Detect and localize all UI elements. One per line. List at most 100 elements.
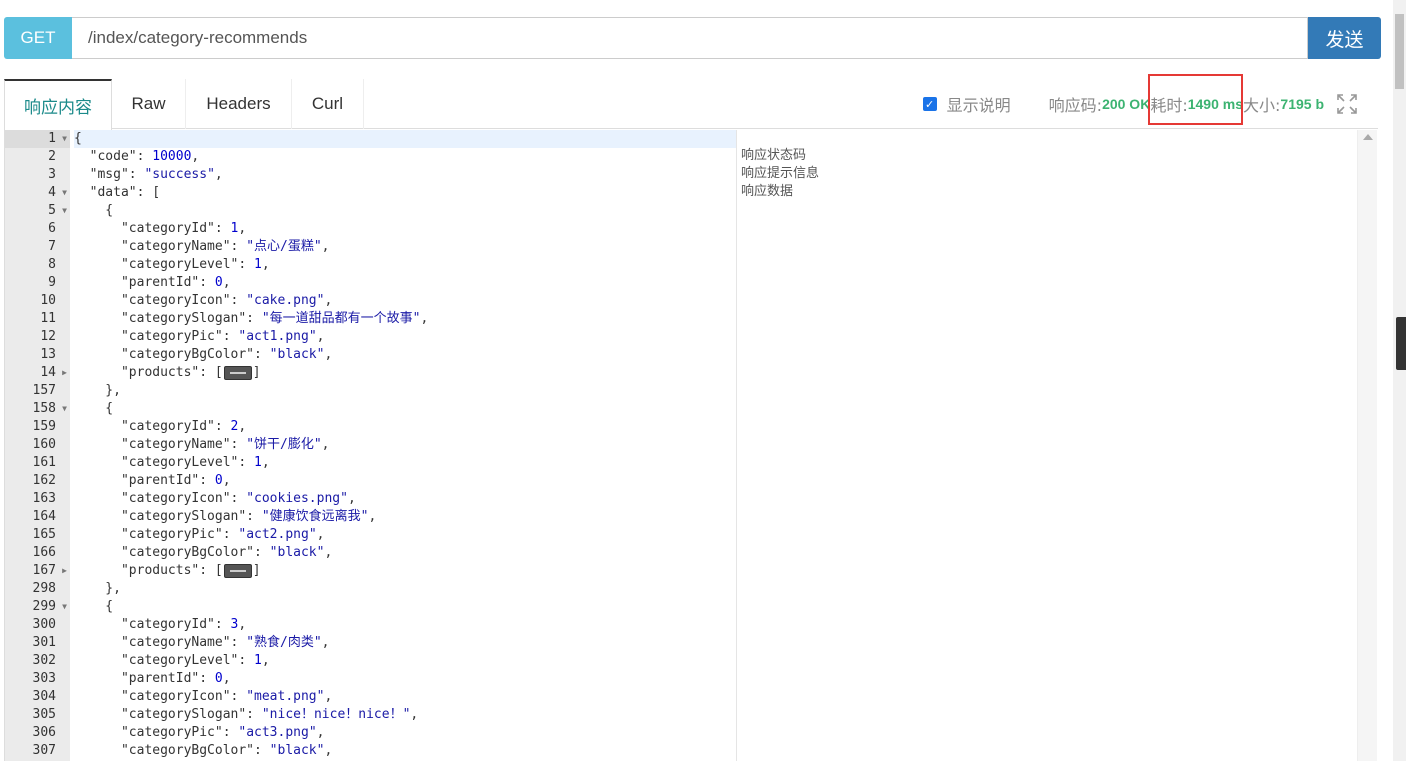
desc-msg: 响应提示信息 <box>741 166 820 181</box>
line-number: 164 <box>32 509 56 524</box>
size-value: 7195 b <box>1280 96 1324 112</box>
code-line: "categoryName": "熟食/肉类", <box>74 635 330 650</box>
line-number: 13 <box>40 347 56 362</box>
fold-open-icon[interactable]: ▼ <box>62 202 67 220</box>
line-number: 161 <box>32 455 56 470</box>
collapsed-fold-widget[interactable] <box>223 365 252 380</box>
line-number: 12 <box>40 329 56 344</box>
description-column: 响应状态码 响应提示信息 响应数据 <box>741 147 1041 201</box>
line-number: 1 ▼ <box>5 130 70 148</box>
line-number: 302 <box>32 653 56 668</box>
line-number: 162 <box>32 473 56 488</box>
line-number: 7 <box>48 239 56 254</box>
code-line: "categoryId": 3, <box>74 617 247 632</box>
desc-code: 响应状态码 <box>741 148 807 163</box>
side-drawer-handle[interactable] <box>1396 317 1406 370</box>
code-line: "categoryLevel": 1, <box>74 653 270 668</box>
line-number: 14 ▶ <box>40 364 67 382</box>
code-line: "categoryName": "饼干/膨化", <box>74 437 330 452</box>
send-button[interactable]: 发送 <box>1308 17 1381 59</box>
line-number: 10 <box>40 293 56 308</box>
line-number: 305 <box>32 707 56 722</box>
fold-closed-icon[interactable]: ▶ <box>62 364 67 382</box>
line-number: 167 ▶ <box>32 562 67 580</box>
tab-raw[interactable]: Raw <box>112 79 186 129</box>
code-line: "categoryId": 2, <box>74 419 247 434</box>
description-divider <box>736 130 737 761</box>
fold-open-icon[interactable]: ▼ <box>62 400 67 418</box>
tab-headers[interactable]: Headers <box>186 79 292 129</box>
status-code-value: 200 OK <box>1102 96 1151 112</box>
code-line: "parentId": 0, <box>74 275 231 290</box>
code-line: "categorySlogan": "nice！nice！nice！", <box>74 707 419 722</box>
fold-open-icon[interactable]: ▼ <box>62 184 67 202</box>
code-line: "data": [ <box>74 185 161 200</box>
code-line: "categoryPic": "act2.png", <box>74 527 325 542</box>
code-line: { <box>74 130 736 148</box>
line-number: 300 <box>32 617 56 632</box>
fold-open-icon[interactable]: ▼ <box>62 598 67 616</box>
code-line: "categoryLevel": 1, <box>74 257 270 272</box>
code-line: "categoryPic": "act3.png", <box>74 725 325 740</box>
line-number: 303 <box>32 671 56 686</box>
line-number: 5 ▼ <box>48 202 67 220</box>
editor-scrollbar[interactable] <box>1357 130 1377 761</box>
line-number: 299 ▼ <box>32 598 67 616</box>
code-line: }, <box>74 581 121 596</box>
response-editor[interactable]: 1 ▼ 2 3 4 ▼ 5 ▼ 6 7 8 9 10 11 12 13 14 ▶ 157 158 ▼ 159 160 161 1… <box>4 130 1377 761</box>
fullscreen-icon[interactable] <box>1336 93 1358 115</box>
fold-open-icon[interactable]: ▼ <box>62 130 67 148</box>
code-line: "parentId": 0, <box>74 473 231 488</box>
fold-closed-icon[interactable]: ▶ <box>62 562 67 580</box>
line-number: 304 <box>32 689 56 704</box>
code-line: { <box>74 203 114 218</box>
line-number: 6 <box>48 221 56 236</box>
page-scrollbar[interactable] <box>1393 0 1406 761</box>
status-code-label: 响应码: <box>1048 96 1103 115</box>
code-line: "categorySlogan": "健康饮食远离我", <box>74 509 377 524</box>
code-line: "parentId": 0, <box>74 671 231 686</box>
tab-response-content[interactable]: 响应内容 <box>4 79 112 130</box>
line-number: 306 <box>32 725 56 740</box>
line-number: 8 <box>48 257 56 272</box>
code-area[interactable]: { "code": 10000, "msg": "success", "data… <box>74 130 736 761</box>
tab-curl[interactable]: Curl <box>292 79 364 129</box>
code-line: "categoryIcon": "cake.png", <box>74 293 333 308</box>
code-line: "categorySlogan": "每一道甜品都有一个故事", <box>74 311 429 326</box>
desc-data: 响应数据 <box>741 184 794 199</box>
scroll-up-icon[interactable] <box>1363 134 1373 140</box>
code-line: "categoryLevel": 1, <box>74 455 270 470</box>
line-number: 2 <box>48 149 56 164</box>
page-scroll-thumb[interactable] <box>1395 14 1404 89</box>
code-line: "msg": "success", <box>74 167 223 182</box>
code-line: "categoryName": "点心/蛋糕", <box>74 239 330 254</box>
line-number: 298 <box>32 581 56 596</box>
code-line: "categoryBgColor": "black", <box>74 545 333 560</box>
collapsed-fold-widget[interactable] <box>223 563 252 578</box>
line-number-gutter: 1 ▼ 2 3 4 ▼ 5 ▼ 6 7 8 9 10 11 12 13 14 ▶ 157 158 ▼ 159 160 161 1… <box>5 130 70 761</box>
request-bar: GET /index/category-recommends 发送 <box>4 17 1381 60</box>
line-number: 307 <box>32 743 56 758</box>
time-highlight-box <box>1148 74 1243 125</box>
code-line: "code": 10000, <box>74 149 200 164</box>
code-line: "products": [] <box>74 563 261 578</box>
url-input[interactable]: /index/category-recommends <box>72 17 1308 59</box>
line-number: 159 <box>32 419 56 434</box>
size-label: 大小: <box>1243 96 1281 115</box>
code-line: { <box>74 599 114 614</box>
line-number: 9 <box>48 275 56 290</box>
line-number: 165 <box>32 527 56 542</box>
show-desc-label[interactable]: 显示说明 <box>947 92 1011 116</box>
code-line: }, <box>74 383 121 398</box>
code-line: "categoryBgColor": "black", <box>74 743 333 758</box>
show-desc-checkbox[interactable]: ✓ <box>922 97 937 111</box>
line-number: 158 ▼ <box>32 400 67 418</box>
line-number: 4 ▼ <box>48 184 67 202</box>
line-number: 163 <box>32 491 56 506</box>
line-number: 157 <box>32 383 56 398</box>
line-number: 3 <box>48 167 56 182</box>
method-select[interactable]: GET <box>4 17 72 59</box>
code-line: "categoryBgColor": "black", <box>74 347 333 362</box>
code-line: "categoryIcon": "meat.png", <box>74 689 333 704</box>
line-number: 160 <box>32 437 56 452</box>
